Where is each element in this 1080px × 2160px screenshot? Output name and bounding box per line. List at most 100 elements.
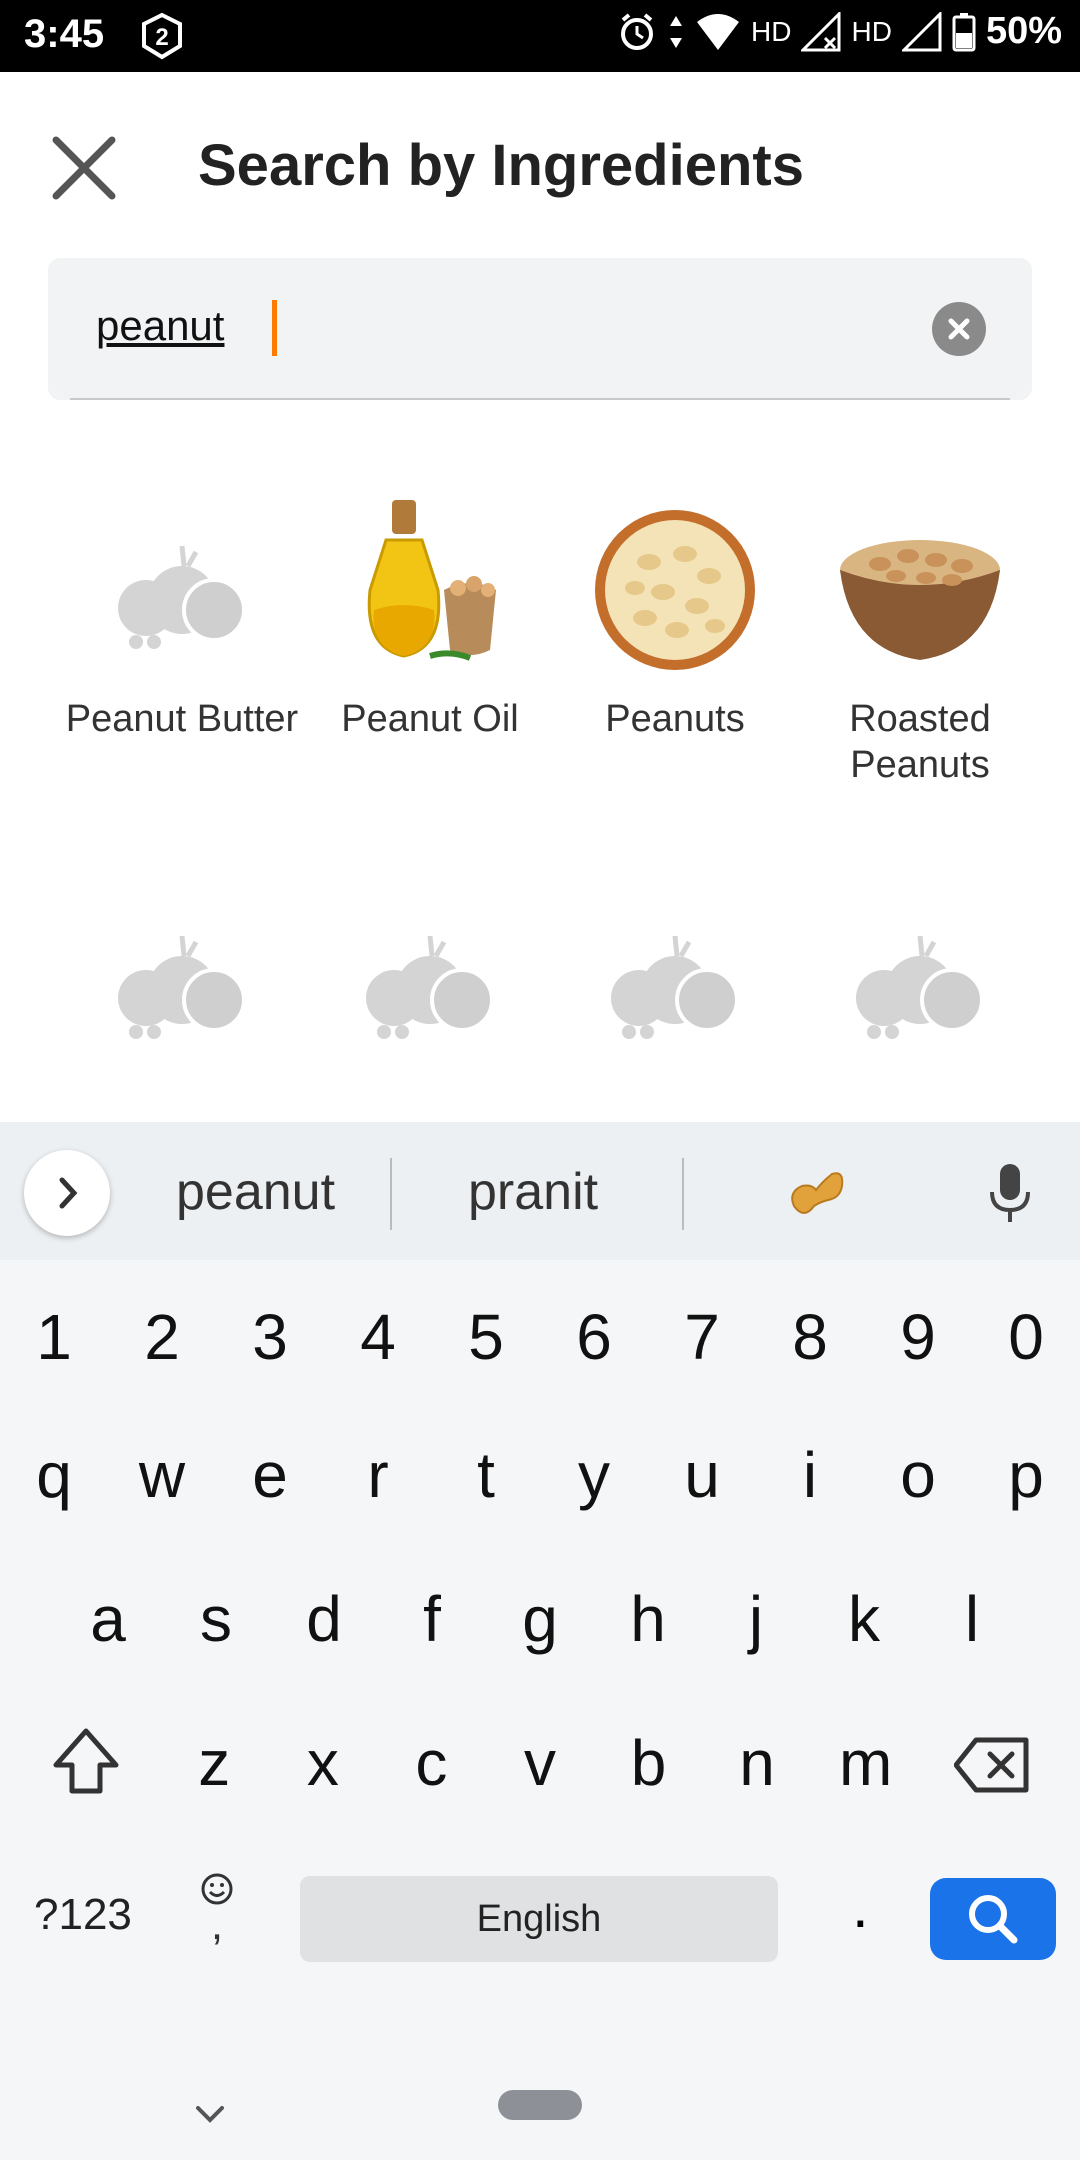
result-tile[interactable] <box>310 890 550 1070</box>
key-k[interactable]: k <box>814 1582 914 1656</box>
key-q[interactable]: q <box>4 1438 104 1512</box>
result-label: Peanut Butter <box>65 698 299 740</box>
key-1[interactable]: 1 <box>4 1300 104 1374</box>
key-2[interactable]: 2 <box>112 1300 212 1374</box>
placeholder-fruit-icon <box>340 890 520 1070</box>
key-6[interactable]: 6 <box>544 1300 644 1374</box>
placeholder-fruit-icon <box>92 500 272 680</box>
hide-keyboard-icon[interactable] <box>190 2100 230 2130</box>
key-9[interactable]: 9 <box>868 1300 968 1374</box>
key-8[interactable]: 8 <box>760 1300 860 1374</box>
key-5[interactable]: 5 <box>436 1300 536 1374</box>
key-v[interactable]: v <box>490 1726 590 1800</box>
key-3[interactable]: 3 <box>220 1300 320 1374</box>
search-input[interactable]: peanut <box>96 302 224 350</box>
wifi-icon <box>697 13 740 50</box>
keyboard: peanut pranit 1 2 3 4 5 6 7 8 9 0 q w e … <box>0 1122 1080 2160</box>
peanut-emoji-icon[interactable] <box>784 1162 848 1226</box>
status-bar: 3:45 2 HD HD 50% <box>0 0 1080 72</box>
key-r[interactable]: r <box>328 1438 428 1512</box>
home-pill[interactable] <box>498 2090 582 2120</box>
result-tile[interactable]: Roasted Peanuts <box>800 500 1040 788</box>
result-tile[interactable]: Peanuts <box>555 500 795 742</box>
key-i[interactable]: i <box>760 1438 860 1512</box>
result-label: Roasted Peanuts <box>849 698 991 786</box>
status-time: 3:45 <box>24 12 105 56</box>
alarm-icon <box>621 12 654 50</box>
space-key[interactable]: English <box>300 1876 778 1962</box>
key-c[interactable]: c <box>381 1726 481 1800</box>
backspace-icon[interactable] <box>954 1736 1030 1794</box>
navigation-bar <box>0 2042 1080 2160</box>
key-e[interactable]: e <box>220 1438 320 1512</box>
search-key[interactable] <box>930 1878 1056 1960</box>
header: Search by Ingredients <box>0 72 1080 252</box>
letter-row-1: q w e r t y u i o p <box>0 1438 1080 1512</box>
key-a[interactable]: a <box>58 1582 158 1656</box>
page-title: Search by Ingredients <box>198 133 804 198</box>
suggestion-divider <box>682 1158 684 1230</box>
period-key[interactable]: . <box>852 1872 869 1941</box>
peanut-oil-photo-icon <box>340 500 520 680</box>
data-arrows-icon <box>670 15 683 48</box>
text-cursor <box>272 300 277 356</box>
key-j[interactable]: j <box>706 1582 806 1656</box>
key-7[interactable]: 7 <box>652 1300 752 1374</box>
suggestion-peanut[interactable]: peanut <box>176 1162 335 1222</box>
result-tile[interactable] <box>555 890 795 1070</box>
key-n[interactable]: n <box>707 1726 807 1800</box>
key-m[interactable]: m <box>816 1726 916 1800</box>
key-g[interactable]: g <box>490 1582 590 1656</box>
key-b[interactable]: b <box>599 1726 699 1800</box>
microphone-icon[interactable] <box>984 1160 1036 1228</box>
placeholder-fruit-icon <box>92 890 272 1070</box>
battery-icon <box>952 12 976 51</box>
battery-percent: 50% <box>985 10 1062 52</box>
symbols-key[interactable]: ?123 <box>34 1890 132 1940</box>
result-tile[interactable]: Peanut Butter <box>62 500 302 742</box>
placeholder-fruit-icon <box>830 890 1010 1070</box>
result-label: Peanuts <box>605 698 745 740</box>
notification-badge-icon: 2 <box>142 12 182 60</box>
key-p[interactable]: p <box>976 1438 1076 1512</box>
key-w[interactable]: w <box>112 1438 212 1512</box>
clear-icon <box>948 318 970 340</box>
key-4[interactable]: 4 <box>328 1300 428 1374</box>
chevron-right-icon <box>59 1177 78 1209</box>
key-o[interactable]: o <box>868 1438 968 1512</box>
suggestion-bar: peanut pranit <box>0 1122 1080 1260</box>
key-s[interactable]: s <box>166 1582 266 1656</box>
search-icon <box>969 1895 1018 1944</box>
letter-row-3: z x c v b n m <box>0 1726 1080 1800</box>
result-label: Peanut Oil <box>341 698 519 740</box>
letter-row-2: a s d f g h j k l <box>0 1582 1080 1656</box>
close-icon[interactable] <box>46 130 122 206</box>
key-l[interactable]: l <box>922 1582 1022 1656</box>
svg-text:2: 2 <box>155 24 168 51</box>
hd-label: HD <box>751 15 792 47</box>
key-h[interactable]: h <box>598 1582 698 1656</box>
roasted-peanuts-photo-icon <box>830 500 1010 680</box>
clear-search-button[interactable] <box>932 302 986 356</box>
peanuts-bowl-photo-icon <box>585 500 765 680</box>
key-x[interactable]: x <box>273 1726 373 1800</box>
result-tile[interactable] <box>62 890 302 1070</box>
result-tile[interactable] <box>800 890 1040 1070</box>
key-f[interactable]: f <box>382 1582 482 1656</box>
result-tile[interactable]: Peanut Oil <box>310 500 550 742</box>
signal-icon <box>801 11 841 51</box>
comma-label: , <box>210 1900 224 1949</box>
suggestion-pranit[interactable]: pranit <box>468 1162 598 1222</box>
key-t[interactable]: t <box>436 1438 536 1512</box>
suggestion-divider <box>390 1158 392 1230</box>
expand-toolbar-button[interactable] <box>24 1150 110 1236</box>
key-u[interactable]: u <box>652 1438 752 1512</box>
emoji-comma-key[interactable]: , <box>200 1872 234 1949</box>
key-d[interactable]: d <box>274 1582 374 1656</box>
search-box[interactable]: peanut <box>48 258 1032 400</box>
hd-label-2: HD <box>851 15 892 47</box>
placeholder-fruit-icon <box>585 890 765 1070</box>
key-0[interactable]: 0 <box>976 1300 1076 1374</box>
key-z[interactable]: z <box>164 1726 264 1800</box>
key-y[interactable]: y <box>544 1438 644 1512</box>
